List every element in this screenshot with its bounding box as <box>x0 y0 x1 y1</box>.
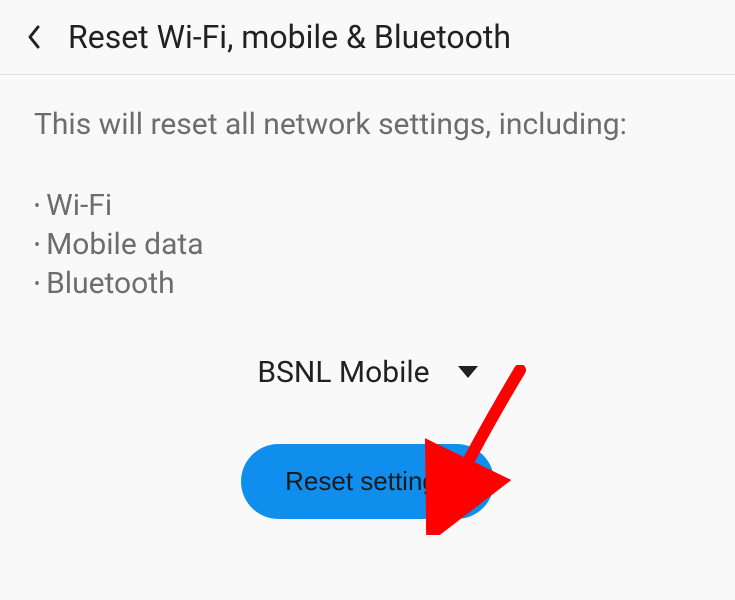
description-text: This will reset all network settings, in… <box>34 105 701 146</box>
list-item: •Wi-Fi <box>34 186 701 225</box>
button-row: Reset settings <box>34 444 701 519</box>
content-area: This will reset all network settings, in… <box>0 75 735 549</box>
header: Reset Wi-Fi, mobile & Bluetooth <box>0 0 735 75</box>
carrier-dropdown[interactable]: BSNL Mobile <box>34 355 701 390</box>
page-title: Reset Wi-Fi, mobile & Bluetooth <box>68 18 511 56</box>
list-item-label: Bluetooth <box>46 266 175 301</box>
dropdown-selected-label: BSNL Mobile <box>257 355 429 390</box>
reset-settings-button[interactable]: Reset settings <box>241 444 494 519</box>
bullet-list: •Wi-Fi •Mobile data •Bluetooth <box>34 186 701 303</box>
list-item-label: Mobile data <box>46 227 203 262</box>
chevron-down-icon <box>458 366 478 378</box>
list-item: •Bluetooth <box>34 264 701 303</box>
back-icon[interactable] <box>20 23 48 51</box>
list-item: •Mobile data <box>34 225 701 264</box>
list-item-label: Wi-Fi <box>46 188 112 223</box>
